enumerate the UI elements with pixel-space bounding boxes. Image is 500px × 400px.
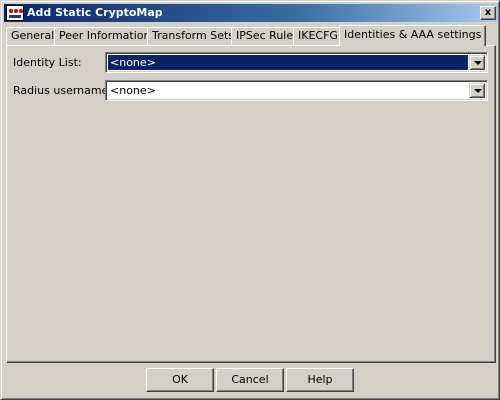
tab-identities-aaa-settings[interactable]: Identities & AAA settings: [339, 25, 487, 46]
window-title: Add Static CryptoMap: [27, 6, 163, 19]
chevron-down-icon: [474, 89, 482, 93]
radius-username-label: Radius username:: [13, 84, 113, 97]
tab-transform-sets[interactable]: Transform Sets: [147, 27, 240, 45]
dialog-window: Add Static CryptoMap x General Peer Info…: [0, 0, 500, 400]
identity-list-label: Identity List:: [13, 56, 82, 69]
radius-username-value: <none>: [110, 84, 156, 97]
ok-button[interactable]: OK: [146, 368, 214, 392]
close-button[interactable]: x: [480, 6, 496, 20]
help-button[interactable]: Help: [286, 368, 354, 392]
identity-list-value: <none>: [108, 55, 468, 70]
identity-list-dropdown[interactable]: <none>: [105, 52, 488, 73]
radius-username-dropdown-button[interactable]: [469, 83, 485, 98]
tab-strip: General Peer Information Transform Sets …: [6, 25, 496, 46]
tab-general[interactable]: General: [6, 27, 60, 45]
cryptomap-app-icon: [6, 5, 24, 21]
tab-panel: Identity List: <none> Radius username: <…: [6, 45, 496, 363]
close-icon: x: [484, 7, 492, 18]
tab-ikecfg[interactable]: IKECFG: [293, 27, 343, 45]
tab-peer-information[interactable]: Peer Information: [54, 27, 156, 45]
title-bar[interactable]: Add Static CryptoMap x: [4, 4, 498, 22]
tab-ipsec-rule[interactable]: IPSec Rule: [231, 27, 299, 45]
radius-username-dropdown[interactable]: <none>: [105, 80, 488, 101]
cancel-button[interactable]: Cancel: [216, 368, 284, 392]
identity-list-dropdown-button[interactable]: [469, 55, 485, 70]
chevron-down-icon: [474, 61, 482, 65]
